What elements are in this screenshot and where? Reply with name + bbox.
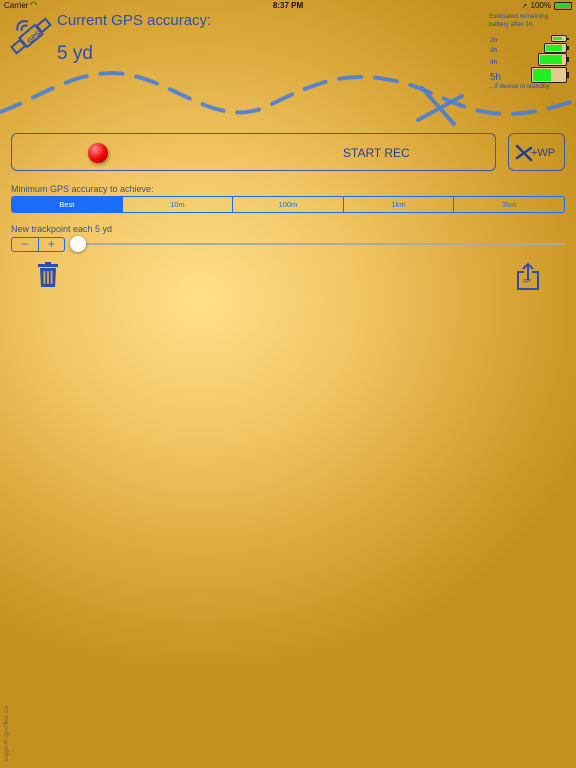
trackpoint-stepper: − +: [11, 237, 65, 252]
accuracy-option-100m[interactable]: 100m: [232, 197, 343, 212]
accuracy-option-10m[interactable]: 10m: [121, 197, 233, 212]
share-icon: [517, 262, 539, 290]
accuracy-option-1km[interactable]: 1km: [342, 197, 454, 212]
support-label: support: gpsfiles.ca: [3, 705, 10, 762]
trackpoint-label: New trackpoint each 5 yd: [11, 224, 113, 234]
location-arrow-icon: ➚: [521, 2, 528, 10]
add-waypoint-button[interactable]: +WP: [508, 133, 565, 171]
status-bar: Carrier 8:37 PM ➚ 100%: [0, 0, 576, 12]
trackpoint-slider-track[interactable]: [78, 243, 565, 245]
gps-accuracy-title: Current GPS accuracy:: [57, 12, 212, 29]
x-mark-icon: [416, 86, 464, 126]
accuracy-label: Minimum GPS accuracy to achieve:: [11, 184, 154, 194]
add-waypoint-label: +WP: [531, 147, 556, 159]
start-rec-button[interactable]: START REC: [11, 133, 496, 171]
status-time: 8:37 PM: [272, 1, 304, 10]
stepper-minus-button[interactable]: −: [12, 238, 38, 251]
satellite-icon: GPS: [10, 17, 52, 55]
decorative-track-line: [0, 71, 576, 126]
trash-icon[interactable]: [37, 262, 59, 288]
share-sub-label: gpx: [523, 278, 532, 284]
wifi-icon: ◠: [30, 0, 37, 9]
accuracy-segmented-control: Best 10m 100m 1km 3km: [11, 196, 565, 213]
status-right: ➚ 100%: [522, 1, 572, 10]
share-button[interactable]: gpx: [516, 262, 540, 295]
battery-percent: 100%: [530, 1, 551, 10]
battery-estimate-panel: Estimated remaining battery after 1h 2h …: [489, 13, 573, 90]
battery-icon: [554, 1, 572, 10]
stepper-plus-button[interactable]: +: [37, 238, 65, 251]
start-rec-label: START REC: [343, 146, 410, 160]
accuracy-option-3km[interactable]: 3km: [453, 197, 564, 212]
battery-estimate-header: Estimated remaining battery after 1h: [489, 13, 549, 28]
trackpoint-slider-thumb[interactable]: [70, 236, 86, 252]
record-dot-icon: [88, 143, 108, 163]
accuracy-option-best[interactable]: Best: [12, 197, 122, 212]
